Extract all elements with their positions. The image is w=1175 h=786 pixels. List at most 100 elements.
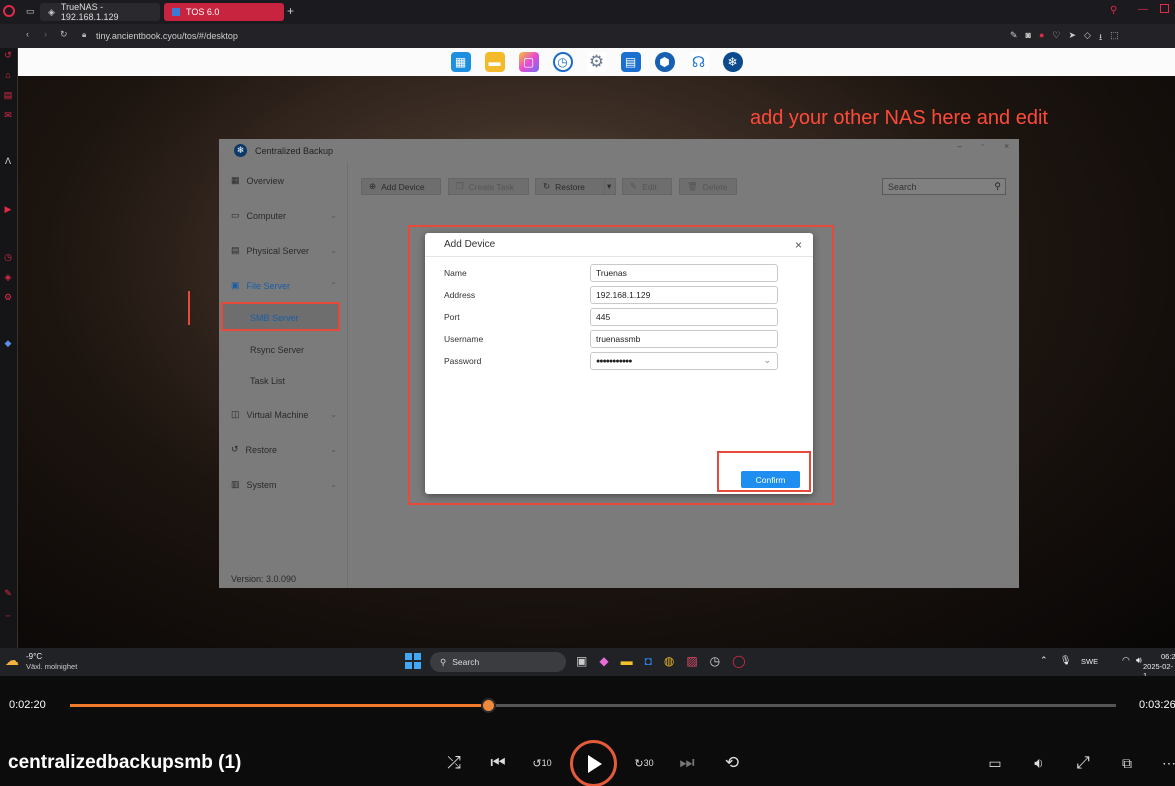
chevron-down-icon: ⌄ xyxy=(330,445,337,454)
button-label: Edit xyxy=(642,181,657,192)
sidebar-item-physical-server[interactable]: ▤ Physical Server ⌄ xyxy=(231,245,337,256)
sidebar-item-restore[interactable]: ↺ Restore ⌄ xyxy=(231,444,337,455)
server-icon: ▤ xyxy=(231,245,240,255)
sidebar-item-label: System xyxy=(246,479,277,490)
button-label: Delete xyxy=(702,181,728,192)
app-sidebar: ▦ Overview ▭ Computer ⌄ ▤ Physical Server ⌄ ▣… xyxy=(219,162,347,588)
folder-icon: ▣ xyxy=(231,280,240,290)
volume-icon[interactable]: 🔉︎ xyxy=(1028,752,1050,774)
chevron-down-icon: ⌄ xyxy=(330,246,337,255)
language-indicator[interactable]: SWE xyxy=(1081,657,1098,666)
play-icon xyxy=(587,754,602,773)
more-options-icon[interactable]: ⋯ xyxy=(1158,752,1175,774)
search-input[interactable]: Search ⚲ xyxy=(882,178,1006,195)
miniplayer-icon[interactable]: ⧉ xyxy=(1116,752,1138,774)
add-device-button[interactable]: ⊕ Add Device xyxy=(361,178,441,195)
sidebar-item-file-server[interactable]: ▣ File Server ⌃ xyxy=(231,280,337,291)
app-logo-icon: ❄ xyxy=(234,144,247,157)
sidebar-item-label: File Server xyxy=(246,280,291,291)
sidebar-item-label: Computer xyxy=(246,210,287,221)
search-icon[interactable]: ⚲ xyxy=(994,181,1001,192)
window-minimize-icon[interactable]: – xyxy=(957,141,962,151)
snipping-icon[interactable]: ▨ xyxy=(686,654,697,668)
weather-desc: Växl. molnighet xyxy=(26,662,78,671)
skip-back-label: 10 xyxy=(541,758,552,768)
current-time: 0:02:20 xyxy=(9,699,46,711)
windows-start-icon[interactable] xyxy=(405,653,421,669)
restore-icon: ↺ xyxy=(231,444,239,454)
sidebar-item-rsync-server[interactable]: Rsync Server xyxy=(250,345,304,355)
delete-button[interactable]: 🗑︎ Delete xyxy=(679,178,737,195)
chevron-down-icon: ⌄ xyxy=(330,211,337,220)
copilot-icon[interactable]: ◆ xyxy=(599,654,608,668)
sidebar-item-label: Physical Server xyxy=(246,245,310,256)
sidebar-item-task-list[interactable]: Task List xyxy=(250,376,285,386)
sidebar-item-label: Overview xyxy=(246,175,285,186)
outlook-icon[interactable]: ◘ xyxy=(645,654,652,668)
fullscreen-icon[interactable]: ⤢ xyxy=(1072,752,1094,774)
previous-icon[interactable]: ⏮ xyxy=(487,752,509,774)
caret-down-icon: ▾ xyxy=(607,181,612,191)
edit-button[interactable]: ✎ Edit xyxy=(622,178,672,195)
next-icon[interactable]: ⏭ xyxy=(676,752,698,774)
sidebar-divider xyxy=(347,162,348,588)
weather-temp: -9°C xyxy=(26,652,43,661)
taskbar-search-label: Search xyxy=(452,657,480,667)
shuffle-icon[interactable]: ⤮ xyxy=(443,752,465,774)
sidebar-item-computer[interactable]: ▭ Computer ⌄ xyxy=(231,210,337,221)
grid-icon: ▦ xyxy=(231,175,240,185)
annotation-box-smb xyxy=(221,302,340,331)
search-icon: ⚲ xyxy=(440,656,447,667)
mic-icon[interactable]: 🎙︎ xyxy=(1060,655,1071,666)
subtitles-icon[interactable]: ▭ xyxy=(984,752,1006,774)
sidebar-item-label: Virtual Machine xyxy=(246,409,309,420)
plus-circle-icon: ⊕ xyxy=(369,181,377,191)
taskbar-search[interactable]: ⚲ Search xyxy=(430,652,566,672)
volume-icon[interactable]: 🔊︎ xyxy=(1136,655,1142,666)
sidebar-item-virtual-machine[interactable]: ◫ Virtual Machine ⌄ xyxy=(231,409,337,420)
skip-forward-button[interactable]: ↻ 30 xyxy=(633,752,655,774)
monitor-icon: ▭ xyxy=(231,210,240,220)
chrome-icon[interactable]: ◍ xyxy=(664,654,674,668)
chevron-down-icon: ⌄ xyxy=(330,480,337,489)
progress-fill xyxy=(70,704,489,707)
skip-back-button[interactable]: ↺ 10 xyxy=(531,752,553,774)
total-time: 0:03:26 xyxy=(1139,699,1175,711)
annotation-box-confirm xyxy=(717,451,811,492)
sidebar-item-overview[interactable]: ▦ Overview xyxy=(231,175,337,186)
repeat-icon[interactable]: ⟲ xyxy=(721,752,743,774)
taskbar-apps: ▣ ◆ ▬ ◘ ◍ ▨ ◷ ◯ xyxy=(576,654,746,668)
copy-icon: ❐ xyxy=(456,181,464,191)
skip-forward-label: 30 xyxy=(643,758,654,768)
version-label: Version: 3.0.090 xyxy=(231,574,297,584)
trash-icon: 🗑︎ xyxy=(687,181,698,191)
windows-taskbar: ☁ -9°C Växl. molnighet ▣ ◆ ▬ ◘ ◍ ▨ ◷ ◯ ⌃… xyxy=(0,648,1175,680)
restore-icon: ↻ xyxy=(543,181,551,191)
pencil-icon: ✎ xyxy=(630,181,638,191)
sidebar-item-label: Restore xyxy=(245,444,278,455)
task-view-icon[interactable]: ▣ xyxy=(576,654,587,668)
weather-icon[interactable]: ☁ xyxy=(5,652,19,669)
window-maximize-icon[interactable]: ▫ xyxy=(981,142,983,149)
file-explorer-icon[interactable]: ▬ xyxy=(621,654,633,668)
restore-dropdown-button[interactable]: ▾ xyxy=(604,178,616,195)
clock-app-icon[interactable]: ◷ xyxy=(710,654,720,668)
chevron-down-icon: ⌄ xyxy=(330,410,337,419)
search-placeholder: Search xyxy=(888,181,917,192)
button-label: Restore xyxy=(555,181,585,192)
sidebar-item-system[interactable]: ▥ System ⌄ xyxy=(231,479,337,490)
play-button[interactable] xyxy=(570,740,617,786)
restore-button[interactable]: ↻ Restore xyxy=(535,178,605,195)
tray-chevron-icon[interactable]: ⌃ xyxy=(1040,655,1048,666)
create-task-button[interactable]: ❐ Create Task xyxy=(448,178,529,195)
window-title: Centralized Backup xyxy=(255,145,334,156)
clock-time[interactable]: 06:2 xyxy=(1161,652,1175,661)
window-close-icon[interactable]: × xyxy=(1004,141,1009,151)
wifi-icon[interactable]: ◠ xyxy=(1122,655,1130,666)
vm-icon: ◫ xyxy=(231,409,240,419)
button-label: Add Device xyxy=(381,181,425,192)
opera-taskbar-icon[interactable]: ◯ xyxy=(732,654,745,668)
window-titlebar: ❄ Centralized Backup – ▫ × xyxy=(219,139,1019,162)
button-label: Create Task xyxy=(468,181,514,192)
system-icon: ▥ xyxy=(231,479,240,489)
